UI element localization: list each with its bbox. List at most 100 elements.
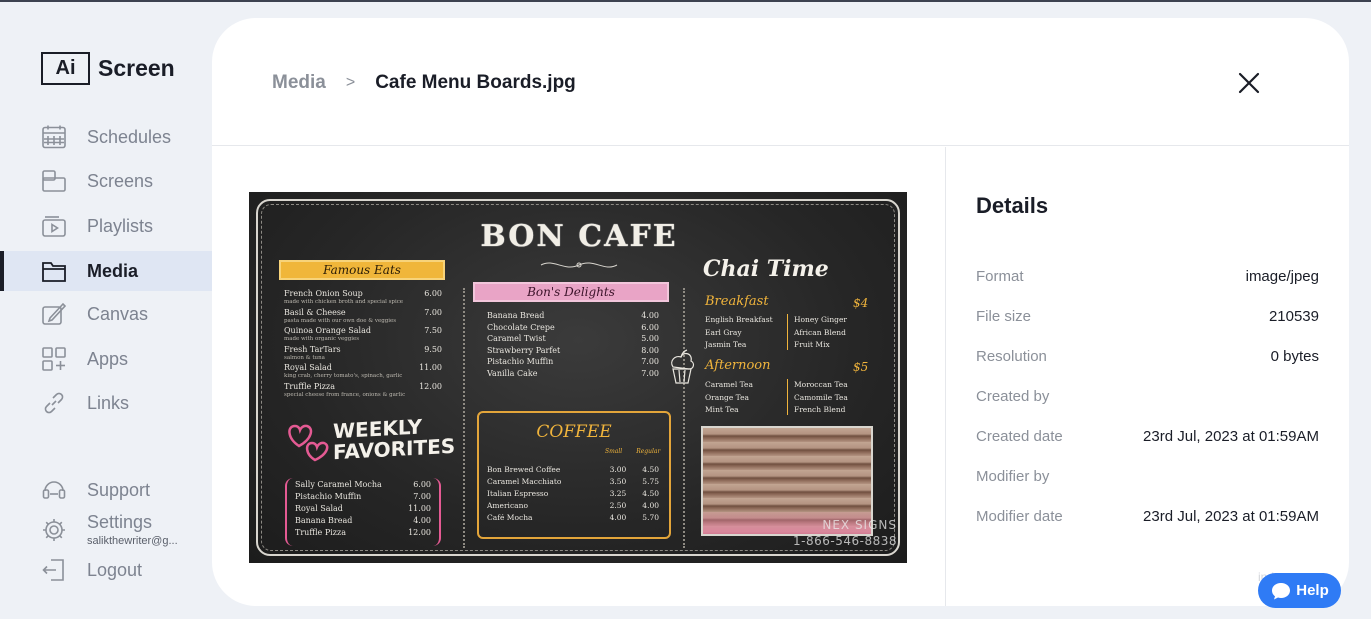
playlist-icon bbox=[42, 216, 66, 237]
ribbon-bons-delights: Bon's Delights bbox=[473, 282, 669, 302]
list-item: Italian Espresso 3.25 4.50 bbox=[487, 489, 659, 498]
detail-value: 0 bytes bbox=[1270, 348, 1319, 365]
list-item: Banana Bread 4.00 bbox=[295, 516, 431, 525]
hearts-icon bbox=[288, 424, 329, 462]
logo-text: Screen bbox=[98, 55, 175, 81]
afternoon-price: $5 bbox=[853, 360, 869, 374]
afternoon-teas-right: Moroccan Tea Camomile Tea French Blend bbox=[794, 380, 848, 414]
detail-label: Created by bbox=[976, 388, 1050, 405]
list-item: Strawberry Parfet 8.00 bbox=[487, 345, 659, 355]
bons-delights-list: Banana Bread 4.00 Chocolate Crepe 6.00 Car… bbox=[487, 312, 659, 381]
detail-label: Modifier date bbox=[976, 508, 1063, 525]
detail-label: Format bbox=[976, 268, 1024, 285]
sidebar-item-playlists[interactable]: Playlists bbox=[0, 206, 212, 246]
sidebar-item-media[interactable]: Media bbox=[0, 251, 212, 291]
coffee-heading: COFFEE bbox=[536, 422, 612, 442]
sidebar-item-label: Apps bbox=[87, 348, 129, 369]
list-item: French Onion Soup 6.00 bbox=[284, 289, 442, 298]
chai-time-heading: Chai Time bbox=[703, 256, 829, 282]
sidebar-item-logout[interactable]: Logout bbox=[0, 550, 212, 590]
coffee-list: Bon Brewed Coffee 3.00 4.50 Caramel Macchi… bbox=[487, 466, 659, 526]
detail-row-file-size: File size 210539 bbox=[976, 308, 1319, 325]
sidebar-item-schedules[interactable]: Schedules bbox=[0, 117, 212, 157]
media-preview-image[interactable]: BON CAFE Famous Eats French Onion Soup 6.… bbox=[249, 192, 907, 563]
detail-value: 23rd Jul, 2023 at 01:59AM bbox=[1143, 508, 1319, 525]
list-item: Chocolate Crepe 6.00 bbox=[487, 322, 659, 332]
item-note: made with chicken broth and special spic… bbox=[284, 299, 404, 305]
breakfast-price: $4 bbox=[853, 296, 869, 310]
detail-label: Created date bbox=[976, 428, 1063, 445]
sidebar-item-settings[interactable]: Settings salikthewriter@g... bbox=[0, 510, 212, 550]
detail-value: image/jpeg bbox=[1245, 268, 1319, 285]
list-item: Truffle Pizza 12.00 bbox=[284, 381, 442, 391]
app-logo[interactable]: Ai Screen bbox=[41, 52, 175, 85]
list-item: Caramel Twist 5.00 bbox=[487, 334, 659, 343]
sidebar-item-label: Settings bbox=[87, 511, 153, 532]
divider-dotted bbox=[463, 288, 465, 548]
close-icon[interactable] bbox=[1236, 70, 1262, 96]
detail-row-format: Format image/jpeg bbox=[976, 268, 1319, 285]
list-item: Royal Salad 11.00 bbox=[295, 504, 431, 513]
weekly-favorites-heading: WEEKLY FAVORITES bbox=[333, 414, 456, 465]
details-title: Details bbox=[976, 193, 1049, 218]
divider-dotted bbox=[683, 288, 685, 548]
sidebar-item-links[interactable]: Links bbox=[0, 383, 212, 423]
sidebar-item-label: Playlists bbox=[87, 215, 154, 236]
apps-icon bbox=[42, 347, 66, 371]
chevron-right-icon: > bbox=[345, 74, 356, 91]
item-note: king crab, cherry tomato's, spinach, gar… bbox=[284, 373, 403, 379]
breadcrumb-media-link[interactable]: Media bbox=[272, 72, 326, 94]
sidebar-item-label: Schedules bbox=[87, 126, 172, 147]
list-item: Americano 2.50 4.00 bbox=[487, 501, 659, 510]
sidebar-item-label: Media bbox=[87, 260, 139, 281]
detail-value: 23rd Jul, 2023 at 01:59AM bbox=[1143, 428, 1319, 445]
detail-label: File size bbox=[976, 308, 1032, 325]
weekly-favorites-list: Sally Caramel Mocha 6.00 Pistachio Muffin… bbox=[295, 481, 431, 541]
detail-row-modifier-by: Modifier by bbox=[976, 468, 1319, 485]
folder-icon bbox=[42, 262, 66, 282]
detail-label: Modifier by bbox=[976, 468, 1050, 485]
gear-icon bbox=[43, 519, 65, 541]
divider bbox=[787, 314, 788, 350]
list-item: Pistachio Muffin 7.00 bbox=[295, 492, 431, 501]
breakfast-heading: Breakfast bbox=[705, 294, 769, 309]
ribbon-famous-eats: Famous Eats bbox=[279, 260, 445, 280]
help-label: Help bbox=[1296, 582, 1329, 599]
logout-icon bbox=[42, 559, 64, 581]
list-item: Pistachio Muffin 7.00 bbox=[487, 357, 659, 366]
sidebar: Ai Screen Schedules Screens Playlists Me… bbox=[0, 2, 212, 619]
detail-label: Resolution bbox=[976, 348, 1047, 365]
sidebar-item-apps[interactable]: Apps bbox=[0, 339, 212, 379]
coffee-column-headers: Small Regular bbox=[605, 448, 661, 455]
famous-eats-list: French Onion Soup 6.00 made with chicken … bbox=[284, 290, 442, 401]
item-note: made with organic veggies bbox=[284, 336, 360, 342]
support-icon bbox=[42, 481, 66, 499]
canvas-icon bbox=[42, 302, 67, 325]
list-item: Sally Caramel Mocha 6.00 bbox=[295, 480, 431, 489]
logo-mark: Ai bbox=[41, 52, 90, 85]
breakfast-teas-right: Honey Ginger African Blend Fruit Mix bbox=[794, 315, 847, 349]
sidebar-item-screens[interactable]: Screens bbox=[0, 161, 212, 201]
list-item: Fresh TarTars 9.50 bbox=[284, 344, 442, 354]
sidebar-item-label: Logout bbox=[87, 559, 143, 580]
list-item: Banana Bread 4.00 bbox=[487, 311, 659, 320]
sidebar-item-label: Links bbox=[87, 392, 130, 413]
sidebar-item-support[interactable]: Support bbox=[0, 470, 212, 510]
divider bbox=[787, 379, 788, 415]
link-icon bbox=[44, 392, 64, 414]
breadcrumb: Media > Cafe Menu Boards.jpg bbox=[272, 72, 576, 94]
list-item: Café Mocha 4.00 5.70 bbox=[487, 513, 659, 522]
panel-header: Media > Cafe Menu Boards.jpg bbox=[212, 18, 1349, 146]
sidebar-item-canvas[interactable]: Canvas bbox=[0, 294, 212, 334]
details-panel: Details Format image/jpeg File size 2105… bbox=[946, 147, 1349, 606]
list-item: Royal Salad 11.00 bbox=[284, 363, 442, 372]
board-title: BON CAFE bbox=[480, 219, 678, 254]
list-item: Quinoa Orange Salad 7.50 bbox=[284, 326, 442, 335]
media-detail-panel: Media > Cafe Menu Boards.jpg BON CAFE Fa… bbox=[212, 18, 1349, 606]
sidebar-item-label: Canvas bbox=[87, 303, 149, 324]
help-button[interactable]: Help bbox=[1258, 573, 1341, 608]
watermark-brand: NEX SIGNS bbox=[822, 518, 897, 532]
media-preview-area: BON CAFE Famous Eats French Onion Soup 6.… bbox=[212, 147, 945, 606]
detail-row-modifier-date: Modifier date 23rd Jul, 2023 at 01:59AM bbox=[976, 508, 1319, 525]
breakfast-teas-left: English Breakfast Earl Gray Jasmin Tea bbox=[705, 315, 773, 349]
